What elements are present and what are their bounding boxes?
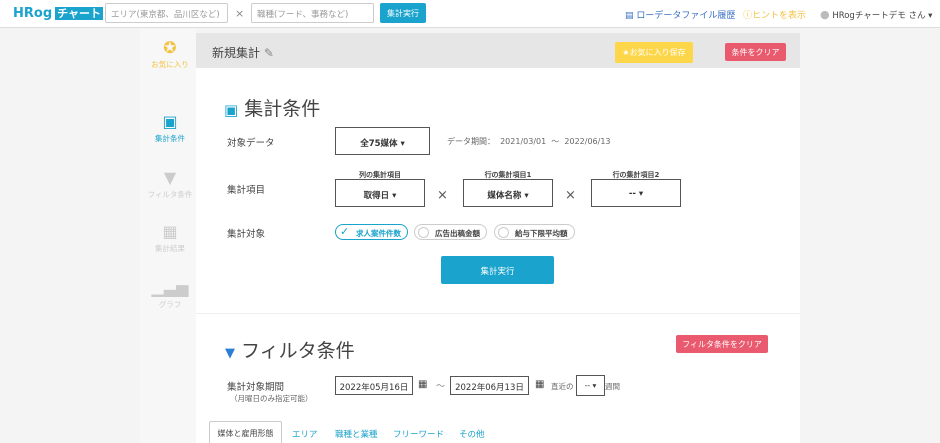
file-icon: ▤ (625, 11, 637, 21)
tab-freeword[interactable]: フリーワード (393, 428, 444, 440)
clear-filter-button[interactable]: フィルタ条件をクリア (676, 335, 768, 353)
recent-weeks-select[interactable]: -- ▾ (576, 375, 605, 396)
tab-media[interactable]: 媒体と雇用形態 (209, 421, 282, 443)
radio-icon (498, 227, 509, 238)
sidebar-item-filter[interactable]: ▼ フィルタ条件 (142, 168, 198, 200)
grid-icon: ▦ (162, 222, 178, 241)
target-chip-salary[interactable]: 給与下限平均額 (494, 224, 575, 240)
calendar-icon[interactable]: ▦ (535, 379, 544, 390)
calendar-icon[interactable]: ▦ (418, 379, 427, 390)
tab-job-industry[interactable]: 職種と業種 (335, 428, 378, 440)
pencil-icon[interactable]: ✎ (264, 46, 274, 60)
history-link[interactable]: ▤ ローデータファイル履歴 (625, 8, 735, 21)
recent-suffix: 週間 (605, 382, 620, 391)
target-data-label: 対象データ (227, 138, 275, 149)
star-icon: ✪ (163, 38, 177, 57)
recent-prefix: 直近の (551, 382, 574, 391)
period-label: 集計対象期間 (227, 382, 285, 393)
target-data-select[interactable]: 全75媒体 ▾ (335, 127, 430, 155)
conditions-icon: ▣ (162, 112, 178, 131)
divider (196, 313, 800, 314)
info-icon: ⓘ (743, 11, 753, 21)
items-label: 集計項目 (227, 185, 266, 196)
favorite-save-button[interactable]: ★お気に入り保存 (615, 42, 693, 63)
conditions-icon: ▣ (224, 101, 239, 119)
row2-item-select[interactable]: -- ▾ (591, 179, 681, 207)
logo-badge: チャート (55, 7, 104, 20)
clear-conditions-button[interactable]: 条件をクリア (725, 43, 786, 61)
check-icon: ✓ (340, 225, 350, 238)
filter-icon: ▼ (225, 346, 235, 361)
times-icon: × (235, 7, 245, 20)
period-note: （月曜日のみ指定可能） (230, 394, 313, 403)
date-to-input[interactable]: 2022年06月13日 (450, 376, 529, 395)
hint-link[interactable]: ⓘヒントを表示 (743, 8, 806, 21)
tab-area[interactable]: エリア (292, 428, 318, 440)
data-period: データ期間： 2021/03/01 〜 2022/06/13 (447, 137, 611, 146)
conditions-title: ▣ 集計条件 (224, 98, 321, 120)
radio-icon (418, 227, 429, 238)
row1-item-select[interactable]: 媒体名称 ▾ (463, 179, 553, 207)
filter-icon: ▼ (163, 168, 177, 187)
area-input[interactable]: エリア(東京都、品川区など) (105, 3, 228, 23)
date-sep: 〜 (436, 382, 446, 392)
header-search-button[interactable]: 集計実行 (380, 3, 426, 23)
target-label: 集計対象 (227, 229, 266, 240)
run-aggregation-button[interactable]: 集計実行 (441, 256, 554, 284)
target-chip-ad-amount[interactable]: 広告出稿金額 (414, 224, 487, 240)
bar-chart-icon: ▁▃▅ (151, 278, 189, 297)
sidebar-item-results[interactable]: ▦ 集計結果 (142, 222, 198, 254)
times-icon: × (437, 188, 448, 203)
sidebar-item-favorite[interactable]: ✪ お気に入り (142, 38, 198, 70)
col-item-select[interactable]: 取得日 ▾ (335, 179, 425, 207)
times-icon: × (565, 188, 576, 203)
tab-other[interactable]: その他 (459, 428, 485, 440)
user-menu[interactable]: ● HRogチャートデモ さん ▾ (820, 8, 932, 21)
target-chip-job-count[interactable]: ✓ 求人案件件数 (335, 224, 408, 240)
page-header (196, 33, 800, 68)
sidebar-item-conditions[interactable]: ▣ 集計条件 (142, 112, 198, 144)
sidebar-item-graph[interactable]: ▁▃▅ グラフ (142, 278, 198, 310)
job-input[interactable]: 職種(フード、事務など) (251, 3, 374, 23)
date-from-input[interactable]: 2022年05月16日 (335, 376, 413, 395)
avatar-icon: ● (820, 8, 830, 21)
logo[interactable]: HRog チャート (13, 5, 104, 21)
filter-title: ▼ フィルタ条件 (225, 340, 355, 362)
page-title[interactable]: 新規集計 ✎ (212, 44, 274, 61)
